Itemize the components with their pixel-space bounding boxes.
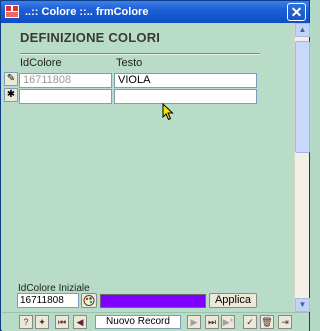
- magic-wand-icon[interactable]: ✦: [35, 315, 49, 329]
- idcolore-field[interactable]: 16711808: [19, 73, 112, 88]
- form-body: DEFINIZIONE COLORI IdColore Testo ✎ 1671…: [2, 23, 294, 312]
- record-navigation-bar: ? ✦ ⏮ ◀ Nuovo Record ▶ ⏭ ▶* ✓ 🗑 ⇥: [2, 312, 309, 331]
- idcolore-iniziale-field[interactable]: 16711808: [17, 293, 79, 308]
- record-selector-new-icon[interactable]: ✱: [4, 88, 18, 102]
- exit-form-icon[interactable]: ⇥: [278, 315, 292, 329]
- form-icon: [5, 5, 19, 18]
- next-record-icon[interactable]: ▶: [187, 315, 201, 329]
- last-record-icon[interactable]: ⏭: [205, 315, 219, 329]
- heading-divider: [20, 53, 260, 55]
- scroll-up-icon[interactable]: ▲: [295, 23, 310, 37]
- form-heading: DEFINIZIONE COLORI: [20, 30, 161, 45]
- column-header-testo: Testo: [116, 57, 143, 69]
- mouse-pointer-icon: [162, 103, 174, 121]
- idcolore-field-new[interactable]: [19, 89, 112, 104]
- color-swatch: [100, 294, 206, 308]
- new-record-nav-icon[interactable]: ▶*: [221, 315, 235, 329]
- title-bar[interactable]: ..:: Colore ::.. frmColore ✕: [1, 1, 309, 23]
- record-indicator: Nuovo Record: [95, 315, 181, 329]
- save-record-icon[interactable]: ✓: [243, 315, 257, 329]
- testo-field[interactable]: VIOLA: [114, 73, 257, 88]
- color-picker-button[interactable]: [81, 293, 97, 308]
- help-icon[interactable]: ?: [19, 315, 33, 329]
- record-selector-edit-icon[interactable]: ✎: [4, 72, 18, 86]
- first-record-icon[interactable]: ⏮: [55, 315, 69, 329]
- delete-record-icon[interactable]: 🗑: [260, 315, 274, 329]
- form-window: ..:: Colore ::.. frmColore ✕ DEFINIZIONE…: [0, 0, 310, 331]
- window-title: ..:: Colore ::.. frmColore: [25, 6, 149, 18]
- scroll-thumb[interactable]: [295, 41, 310, 153]
- column-header-idcolore: IdColore: [20, 57, 62, 69]
- close-button[interactable]: ✕: [287, 3, 306, 21]
- apply-button[interactable]: Applica: [209, 293, 257, 308]
- vertical-scrollbar[interactable]: ▲ ▼: [294, 23, 310, 312]
- scroll-down-icon[interactable]: ▼: [295, 298, 310, 312]
- testo-field-new[interactable]: [114, 89, 257, 104]
- palette-icon: [83, 295, 95, 306]
- previous-record-icon[interactable]: ◀: [73, 315, 87, 329]
